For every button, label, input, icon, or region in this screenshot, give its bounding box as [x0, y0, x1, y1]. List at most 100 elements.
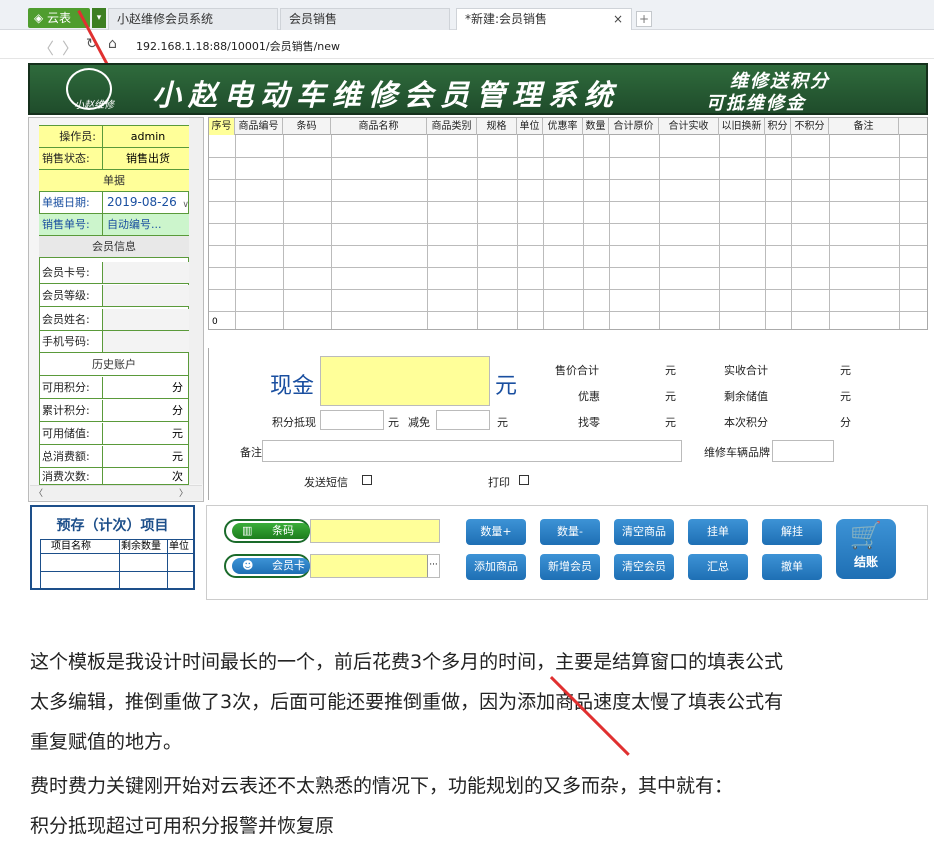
presave-table: 项目名称 剩余数量 单位 — [40, 539, 194, 589]
sale-total-label: 售价合计 — [555, 364, 599, 377]
grid-line — [427, 135, 428, 329]
remark-label: 备注 — [240, 446, 262, 459]
sms-checkbox[interactable] — [362, 475, 372, 485]
add-goods-button[interactable]: 添加商品 — [466, 554, 526, 580]
grid-column-header[interactable]: 单位 — [517, 118, 543, 135]
barcode-input[interactable] — [310, 519, 440, 543]
operator-value: admin — [103, 126, 189, 147]
chevron-down-icon[interactable]: ▾ — [92, 8, 106, 28]
card-value — [103, 262, 189, 283]
cash-label: 现金 — [270, 374, 315, 399]
clear-member-button[interactable]: 清空会员 — [614, 554, 674, 580]
times-unit: 次 — [172, 470, 183, 483]
grid-column-header[interactable]: 条码 — [283, 118, 331, 135]
print-checkbox[interactable] — [519, 475, 529, 485]
close-icon[interactable]: × — [613, 9, 623, 29]
diamond-icon: ◈ — [34, 11, 48, 25]
add-member-button[interactable]: 新增会员 — [540, 554, 600, 580]
this-points-label: 本次积分 — [724, 416, 768, 429]
grid-column-header[interactable]: 以旧换新 — [719, 118, 765, 135]
qty-minus-button[interactable]: 数量- — [540, 519, 600, 545]
grid-column-header[interactable]: 积分 — [765, 118, 791, 135]
clear-goods-button[interactable]: 清空商品 — [614, 519, 674, 545]
grid-line — [209, 267, 927, 268]
goods-grid: 序号 商品编号 条码 商品名称 商品类别 规格 单位 优惠率 数量 合计原价 合计实收 以旧换新 积分不… — [208, 117, 928, 330]
grid-line — [209, 311, 927, 312]
barcode-pill[interactable]: ▥ 条码 — [224, 519, 310, 543]
grid-column-header[interactable]: 规格 — [477, 118, 517, 135]
new-tab-button[interactable]: + — [636, 11, 652, 27]
grid-column-header[interactable]: 合计实收 — [659, 118, 719, 135]
points-redeem-unit: 元 — [388, 416, 399, 429]
grid-line — [719, 135, 720, 329]
article-line: 费时费力关键刚开始对云表还不太熟悉的情况下，功能规划的又多而杂，其中就有： — [30, 775, 734, 797]
grid-column-header[interactable]: 序号 — [209, 118, 235, 135]
grid-column-header[interactable]: 优惠率 — [543, 118, 583, 135]
chevron-down-icon[interactable]: ∨ — [182, 195, 189, 216]
unhang-button[interactable]: 解挂 — [762, 519, 822, 545]
article-line: 这个模板是我设计时间最长的一个，前后花费3个多月的时间，主要是结算窗口的填表公式 — [30, 651, 784, 673]
presave-title: 预存（计次）项目 — [56, 518, 169, 534]
reduce-input[interactable] — [436, 410, 490, 430]
member-icon: ☻ — [242, 559, 254, 572]
qty-plus-button[interactable]: 数量+ — [466, 519, 526, 545]
grid-column-header[interactable]: 商品编号 — [235, 118, 283, 135]
date-field[interactable]: 2019-08-26 — [103, 192, 189, 213]
checkout-button[interactable]: 🛒 结账 — [836, 519, 896, 579]
stored-label: 可用储值: — [39, 423, 103, 444]
points-label: 可用积分: — [39, 377, 103, 398]
tab-label: 小赵维修会员系统 — [117, 12, 214, 26]
cash-input[interactable] — [320, 356, 490, 406]
horizontal-scrollbar[interactable]: 〈〉 — [30, 485, 202, 500]
grid-line — [609, 135, 610, 329]
sms-label: 发送短信 — [304, 476, 348, 489]
presave-header: 项目名称 剩余数量 单位 — [41, 540, 193, 554]
article-line: 积分抵现超过可用积分报警并恢复原 — [30, 815, 335, 837]
member-card-input[interactable]: ··· — [310, 554, 440, 578]
plate-input[interactable] — [772, 440, 834, 462]
checkout-label: 结账 — [853, 555, 878, 569]
summary-button[interactable]: 汇总 — [688, 554, 748, 580]
total-unit: 元 — [172, 450, 183, 463]
back-arrow-icon[interactable]: 〈 — [38, 35, 54, 59]
tab-new-member-sales[interactable]: *新建:会员销售 × — [456, 8, 632, 30]
grid-line — [235, 135, 236, 329]
slogan-line2: 可抵维修金 — [706, 93, 806, 114]
grid-header: 序号 商品编号 条码 商品名称 商品类别 规格 单位 优惠率 数量 合计原价 合计实收 以旧换新 积分不… — [209, 118, 927, 135]
change-unit: 元 — [665, 416, 676, 429]
discount-label: 优惠 — [578, 390, 600, 403]
cancel-order-button[interactable]: 撤单 — [762, 554, 822, 580]
remark-input[interactable] — [262, 440, 682, 462]
url-field[interactable]: 192.168.1.18:88/10001/会员销售/new — [136, 38, 340, 54]
forward-arrow-icon[interactable]: 〉 — [62, 35, 78, 59]
tab-member-sales[interactable]: 会员销售 — [280, 8, 450, 30]
grid-column-header[interactable]: 备注 — [829, 118, 899, 135]
grid-column-header[interactable]: 商品名称 — [331, 118, 427, 135]
status-label: 销售状态: — [39, 148, 103, 169]
grid-line — [543, 135, 544, 329]
tab-repair-member-system[interactable]: 小赵维修会员系统 — [108, 8, 278, 30]
stored-unit: 元 — [172, 427, 183, 440]
vertical-scrollbar[interactable] — [189, 118, 203, 484]
grid-line — [209, 289, 927, 290]
grid-column-header[interactable]: 数量 — [583, 118, 609, 135]
plate-label: 维修车辆品牌 — [704, 446, 770, 459]
level-label: 会员等级: — [39, 285, 103, 306]
home-icon[interactable]: ⌂ — [108, 36, 117, 52]
presave-col: 项目名称 — [51, 541, 91, 552]
grid-column-header[interactable]: 商品类别 — [427, 118, 477, 135]
grid-line — [477, 135, 478, 329]
member-card-pill[interactable]: ☻ 会员卡 — [224, 554, 310, 578]
number-label: 销售单号: — [39, 214, 103, 235]
grid-column-header[interactable]: 不积分 — [791, 118, 829, 135]
member-card-label: 会员卡 — [272, 559, 305, 572]
logo-text: 小赵维修 — [74, 100, 114, 111]
points-redeem-input[interactable] — [320, 410, 384, 430]
document-section: 单据 — [39, 170, 189, 192]
cash-unit: 元 — [495, 374, 518, 399]
ellipsis-button[interactable]: ··· — [427, 555, 439, 577]
phone-value — [103, 331, 189, 352]
hang-button[interactable]: 挂单 — [688, 519, 748, 545]
grid-line — [209, 245, 927, 246]
grid-column-header[interactable]: 合计原价 — [609, 118, 659, 135]
